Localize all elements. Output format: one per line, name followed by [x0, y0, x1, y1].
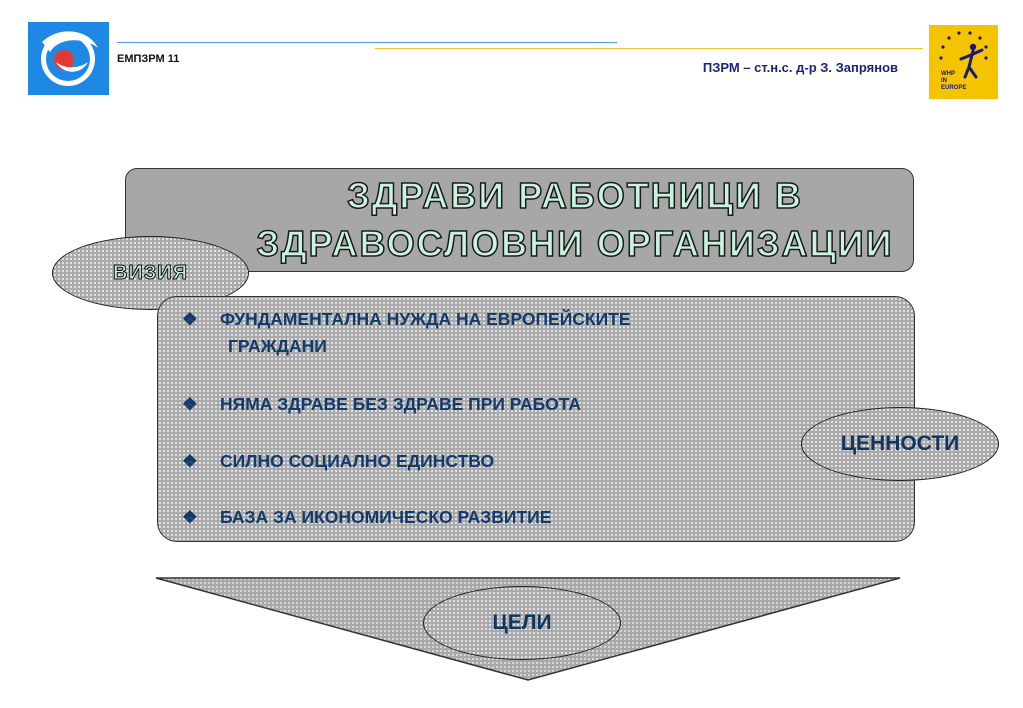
values-item-4: ❖ БАЗА ЗА ИКОНОМИЧЕСКО РАЗВИТИЕ	[182, 507, 551, 528]
header-author-label: ПЗРМ – ст.н.с. д-р З. Запрянов	[702, 60, 898, 75]
bullet-diamond-icon: ❖	[182, 451, 198, 471]
values-item-text: СИЛНО СОЦИАЛНО ЕДИНСТВО	[220, 451, 495, 471]
values-item-text: ГРАЖДАНИ	[228, 336, 327, 356]
values-item-text: НЯМА ЗДРАВЕ БЕЗ ЗДРАВЕ ПРИ РАБОТА	[220, 394, 581, 414]
vision-title: ЗДРАВИ РАБОТНИЦИ В ЗДРАВОСЛОВНИ ОРГАНИЗА…	[200, 172, 950, 268]
values-item-text: БАЗА ЗА ИКОНОМИЧЕСКО РАЗВИТИЕ	[220, 507, 552, 527]
logo-text-line-2: IN	[941, 78, 947, 84]
header-left-label: ЕМПЗРМ 11	[117, 53, 180, 65]
whp-europe-logo-icon: WHP IN EUROPE	[929, 25, 998, 99]
header-divider-yellow	[375, 48, 923, 49]
goals-label: ЦЕЛИ	[492, 611, 552, 634]
values-item-2: ❖ НЯМА ЗДРАВЕ БЕЗ ЗДРАВЕ ПРИ РАБОТА	[182, 394, 581, 415]
company-logo-icon	[28, 22, 109, 95]
values-oval: ЦЕННОСТИ	[801, 407, 999, 481]
goals-oval: ЦЕЛИ	[423, 586, 621, 660]
values-item-1-continued: ГРАЖДАНИ	[228, 336, 327, 357]
vision-title-line-2: ЗДРАВОСЛОВНИ ОРГАНИЗАЦИИ	[256, 222, 894, 265]
logo-text-line-3: EUROPE	[941, 85, 966, 91]
bullet-diamond-icon: ❖	[182, 309, 198, 329]
vision-label: ВИЗИЯ	[112, 261, 189, 284]
logo-text-line-1: WHP	[941, 71, 955, 77]
values-item-text: ФУНДАМЕНТАЛНА НУЖДА НА ЕВРОПЕЙСКИТЕ	[220, 309, 631, 329]
values-item-3: ❖ СИЛНО СОЦИАЛНО ЕДИНСТВО	[182, 451, 494, 472]
vision-title-line-1: ЗДРАВИ РАБОТНИЦИ В	[346, 174, 803, 217]
values-box	[157, 296, 915, 542]
values-item-1: ❖ ФУНДАМЕНТАЛНА НУЖДА НА ЕВРОПЕЙСКИТЕ	[182, 309, 631, 330]
bullet-diamond-icon: ❖	[182, 507, 198, 527]
header-divider-blue	[117, 42, 617, 43]
values-label: ЦЕННОСТИ	[840, 432, 960, 455]
bullet-diamond-icon: ❖	[182, 394, 198, 414]
